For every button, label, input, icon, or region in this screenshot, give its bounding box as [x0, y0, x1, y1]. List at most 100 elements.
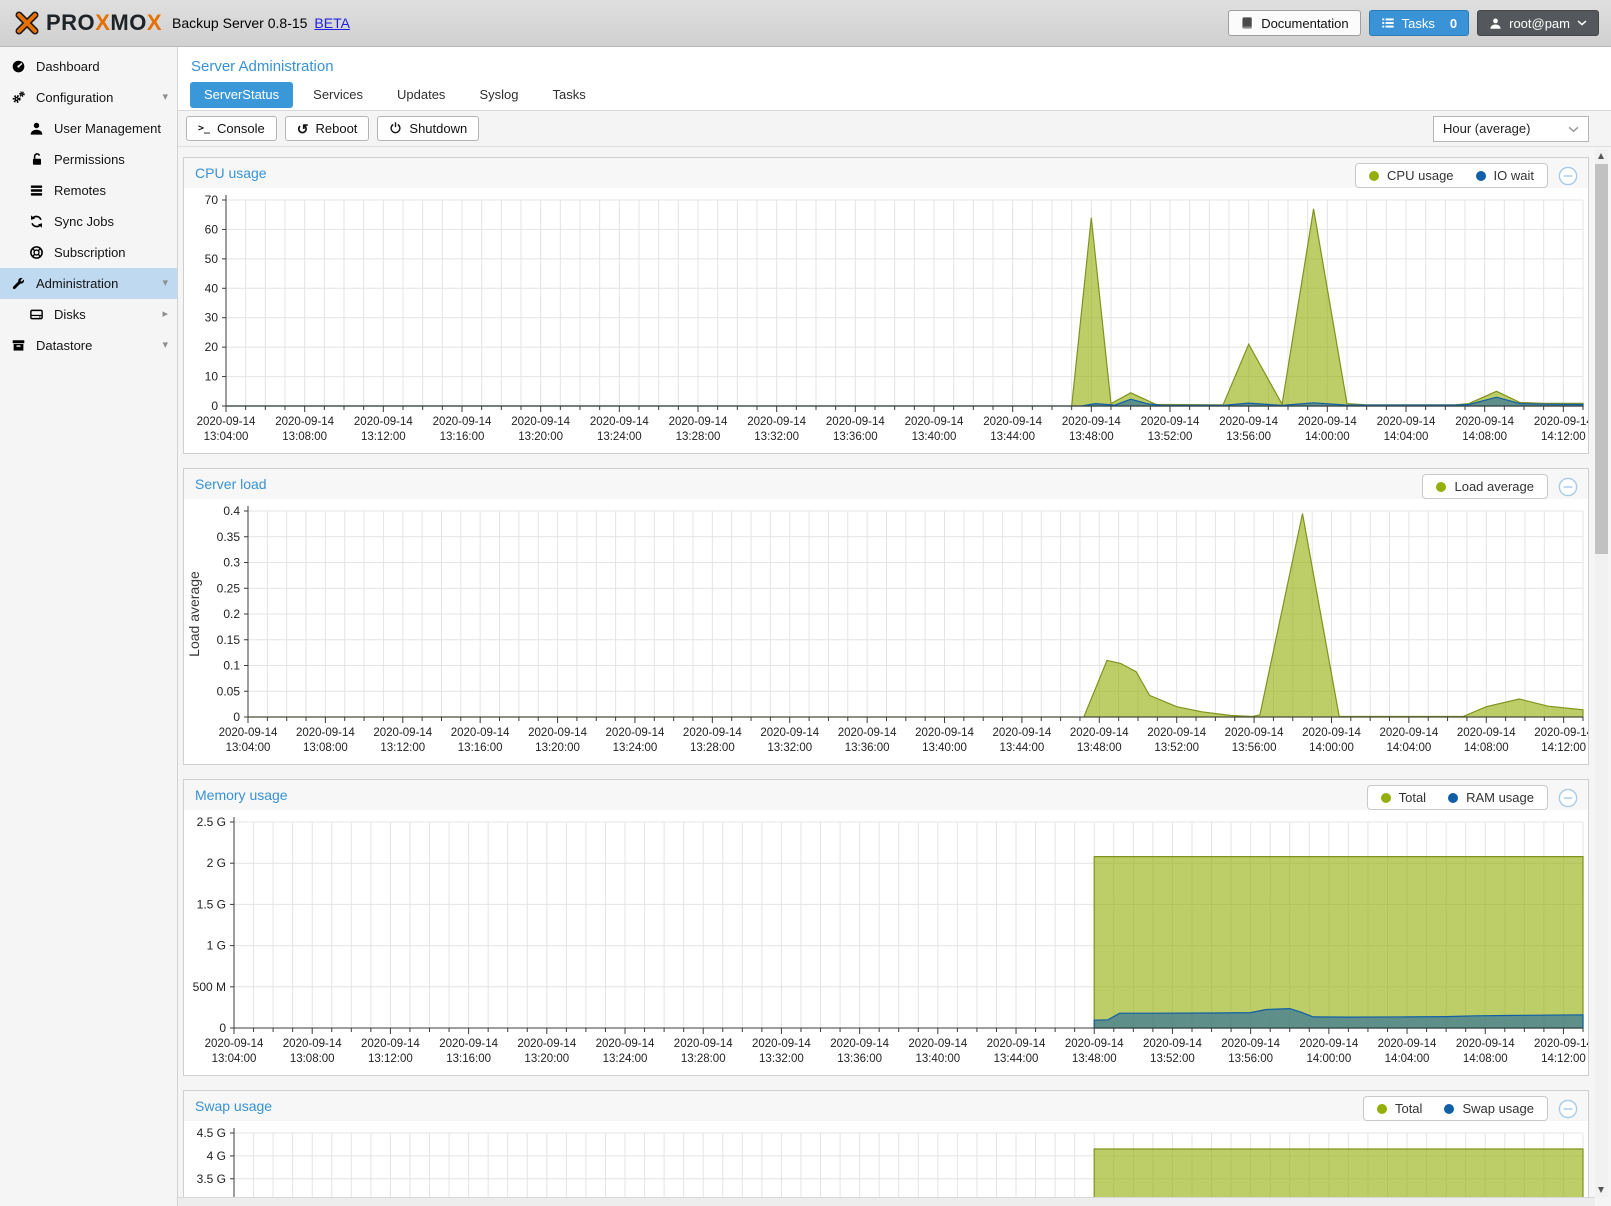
documentation-button[interactable]: Documentation	[1228, 10, 1360, 36]
reboot-button[interactable]: ↺ Reboot	[285, 116, 370, 141]
tasks-button[interactable]: Tasks 0	[1369, 10, 1469, 36]
chevron-down-icon[interactable]: ▾	[162, 268, 168, 299]
chart-area-cpu-usage: 0102030405060702020-09-1413:04:002020-09…	[184, 188, 1588, 453]
svg-text:1.5 G: 1.5 G	[197, 897, 226, 911]
legend-label: Total	[1399, 790, 1426, 805]
interval-select[interactable]: Hour (average)	[1433, 116, 1589, 142]
svg-text:2020-09-14: 2020-09-14	[606, 727, 665, 739]
chevron-down-icon	[1568, 121, 1579, 136]
svg-text:2020-09-14: 2020-09-14	[992, 727, 1051, 739]
svg-text:2020-09-14: 2020-09-14	[1455, 416, 1514, 428]
svg-text:2020-09-14: 2020-09-14	[830, 1038, 889, 1050]
svg-text:13:32:00: 13:32:00	[767, 742, 812, 754]
sidebar-item-disks[interactable]: Disks ▸	[0, 299, 177, 330]
sidebar-item-dashboard[interactable]: Dashboard	[0, 51, 177, 82]
sidebar-item-permissions[interactable]: Permissions	[0, 144, 177, 175]
svg-text:2020-09-14: 2020-09-14	[439, 1038, 498, 1050]
svg-text:13:32:00: 13:32:00	[754, 431, 799, 443]
tab-tasks[interactable]: Tasks	[538, 82, 599, 108]
charts-scroll-area: CPU usageCPU usageIO wait010203040506070…	[178, 147, 1611, 1206]
scrollbar-thumb[interactable]	[1595, 164, 1608, 554]
sidebar-item-administration[interactable]: Administration▾	[0, 268, 177, 299]
vertical-scrollbar[interactable]	[1595, 149, 1608, 1197]
svg-text:2020-09-14: 2020-09-14	[590, 416, 649, 428]
svg-text:3.5 G: 3.5 G	[197, 1172, 226, 1186]
chevron-right-icon[interactable]: ▸	[162, 299, 168, 330]
svg-text:13:56:00: 13:56:00	[1232, 742, 1277, 754]
legend-item-cpu-usage[interactable]: CPU usage	[1369, 168, 1453, 183]
svg-text:2020-09-14: 2020-09-14	[1143, 1038, 1202, 1050]
tab-services[interactable]: Services	[299, 82, 377, 108]
svg-text:0.15: 0.15	[217, 633, 241, 647]
svg-text:2020-09-14: 2020-09-14	[674, 1038, 733, 1050]
shutdown-button[interactable]: Shutdown	[377, 116, 479, 141]
svg-text:30: 30	[205, 311, 219, 325]
tab-updates[interactable]: Updates	[383, 82, 459, 108]
chevron-down-icon[interactable]: ▾	[162, 82, 168, 113]
legend-label: IO wait	[1494, 168, 1534, 183]
scroll-down-arrow[interactable]	[1595, 1183, 1608, 1197]
svg-text:14:08:00: 14:08:00	[1464, 742, 1509, 754]
tab-syslog[interactable]: Syslog	[465, 82, 532, 108]
chart-legend: Load average	[1422, 474, 1548, 499]
legend-item-ram-usage[interactable]: RAM usage	[1448, 790, 1534, 805]
svg-text:13:24:00: 13:24:00	[597, 431, 642, 443]
horizontal-scrollbar[interactable]	[178, 1197, 1595, 1206]
svg-text:2020-09-14: 2020-09-14	[908, 1038, 967, 1050]
chart-panel-swap-usage: Swap usageTotal Swap usage0500 M1 G1.5 G2…	[183, 1090, 1589, 1206]
terminal-icon: >_	[198, 123, 210, 134]
collapse-panel-icon[interactable]	[1558, 477, 1578, 497]
legend-item-swap-usage[interactable]: Swap usage	[1444, 1101, 1534, 1116]
chart-legend: Total Swap usage	[1363, 1096, 1548, 1121]
scroll-up-arrow[interactable]	[1595, 149, 1608, 163]
tab-serverstatus[interactable]: ServerStatus	[190, 82, 293, 108]
collapse-panel-icon[interactable]	[1558, 788, 1578, 808]
svg-text:2020-09-14: 2020-09-14	[1065, 1038, 1124, 1050]
svg-text:2020-09-14: 2020-09-14	[1147, 727, 1206, 739]
header-actions: Documentation Tasks 0 root@pam	[1228, 10, 1599, 36]
tasks-label: Tasks	[1402, 16, 1435, 31]
console-button[interactable]: >_ Console	[186, 116, 277, 141]
beta-link[interactable]: BETA	[314, 15, 350, 31]
legend-item-io-wait[interactable]: IO wait	[1476, 168, 1534, 183]
legend-dot-icon	[1381, 793, 1391, 803]
disk-icon	[29, 302, 48, 333]
chart-panel-cpu-usage: CPU usageCPU usageIO wait010203040506070…	[183, 157, 1589, 454]
svg-text:2020-09-14: 2020-09-14	[683, 727, 742, 739]
svg-text:2020-09-14: 2020-09-14	[1141, 416, 1200, 428]
svg-text:13:16:00: 13:16:00	[458, 742, 503, 754]
sidebar-item-subscription[interactable]: Subscription	[0, 237, 177, 268]
svg-text:13:52:00: 13:52:00	[1148, 431, 1193, 443]
legend-item-total[interactable]: Total	[1377, 1101, 1422, 1116]
sidebar-item-label: Disks	[54, 307, 86, 322]
power-icon	[389, 121, 402, 137]
legend-dot-icon	[1476, 171, 1486, 181]
chevron-down-icon[interactable]: ▾	[162, 330, 168, 361]
sidebar-item-remotes[interactable]: Remotes	[0, 175, 177, 206]
collapse-panel-icon[interactable]	[1558, 1099, 1578, 1119]
svg-text:14:04:00: 14:04:00	[1384, 431, 1429, 443]
top-header: PROXMOX Backup Server 0.8-15 BETA Docume…	[0, 0, 1611, 47]
sidebar-item-configuration[interactable]: Configuration▾	[0, 82, 177, 113]
chart-area-server-load: 00.050.10.150.20.250.30.350.42020-09-141…	[184, 499, 1588, 764]
legend-item-total[interactable]: Total	[1381, 790, 1426, 805]
svg-text:14:08:00: 14:08:00	[1463, 1053, 1508, 1065]
chart-area-swap-usage: 0500 M1 G1.5 G2 G2.5 G3 G3.5 G4 G4.5 G20…	[184, 1121, 1588, 1206]
svg-text:2020-09-14: 2020-09-14	[983, 416, 1042, 428]
user-menu-button[interactable]: root@pam	[1477, 10, 1599, 36]
svg-text:0.35: 0.35	[217, 530, 241, 544]
legend-label: Total	[1395, 1101, 1422, 1116]
gears-icon	[11, 85, 30, 116]
legend-item-load-average[interactable]: Load average	[1436, 479, 1534, 494]
sidebar-item-user-management[interactable]: User Management	[0, 113, 177, 144]
legend-dot-icon	[1436, 482, 1446, 492]
svg-text:2020-09-14: 2020-09-14	[197, 416, 256, 428]
sidebar-item-sync-jobs[interactable]: Sync Jobs	[0, 206, 177, 237]
sidebar-item-label: Sync Jobs	[54, 214, 114, 229]
sidebar-item-datastore[interactable]: Datastore▾	[0, 330, 177, 361]
svg-text:13:36:00: 13:36:00	[837, 1053, 882, 1065]
svg-text:13:28:00: 13:28:00	[676, 431, 721, 443]
reboot-icon: ↺	[297, 122, 309, 136]
collapse-panel-icon[interactable]	[1558, 166, 1578, 186]
app-subtitle: Backup Server 0.8-15	[172, 15, 307, 31]
